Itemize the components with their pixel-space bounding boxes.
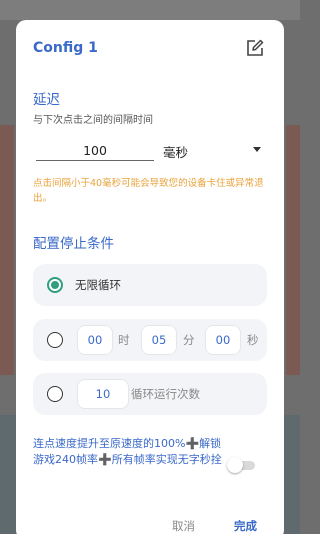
speed-boost-toggle[interactable] bbox=[227, 457, 257, 473]
delay-unit-label: 毫秒 bbox=[163, 145, 189, 160]
loop-count-label: 循环运行次数 bbox=[131, 387, 200, 401]
radio-timer[interactable] bbox=[47, 332, 63, 348]
dialog-title: Config 1 bbox=[33, 40, 98, 56]
dialog-header: Config 1 bbox=[16, 20, 284, 78]
delay-input[interactable] bbox=[36, 141, 154, 161]
infinite-loop-label: 无限循环 bbox=[75, 278, 121, 292]
delay-unit-select[interactable]: 毫秒 bbox=[163, 140, 267, 162]
loop-count-input[interactable]: 10 bbox=[77, 379, 129, 409]
delay-warning: 点击间隔小于40毫秒可能会导致您的设备卡住或异常退出。 bbox=[33, 178, 264, 204]
done-button[interactable]: 完成 bbox=[234, 518, 257, 534]
option-loop-count[interactable]: 10 循环运行次数 bbox=[33, 373, 267, 415]
config-dialog: Config 1 延迟 与下次点击之间的间隔时间 毫秒 点击间隔小于40毫秒可能… bbox=[16, 20, 284, 534]
radio-loop-count[interactable] bbox=[47, 386, 63, 402]
timer-hours-input[interactable]: 00 bbox=[77, 325, 113, 355]
background-app-top bbox=[0, 0, 300, 20]
timer-minutes-input[interactable]: 05 bbox=[141, 325, 177, 355]
delay-hint: 与下次点击之间的间隔时间 bbox=[33, 115, 153, 126]
toggle-knob bbox=[227, 457, 243, 473]
speed-boost-promo: 连点速度提升至原速度的100%➕解锁游戏240帧率➕所有帧率实现无字秒拴 bbox=[33, 437, 222, 466]
background-app-left bbox=[0, 125, 14, 375]
edit-icon[interactable] bbox=[246, 39, 264, 57]
timer-seconds-input[interactable]: 00 bbox=[205, 325, 241, 355]
option-infinite-loop[interactable]: 无限循环 bbox=[33, 264, 267, 306]
cancel-button[interactable]: 取消 bbox=[172, 518, 195, 534]
timer-hours-unit: 时 bbox=[118, 333, 130, 347]
timer-seconds-unit: 秒 bbox=[247, 333, 259, 347]
timer-minutes-unit: 分 bbox=[183, 333, 195, 347]
radio-infinite-loop[interactable] bbox=[47, 277, 63, 293]
chevron-down-icon bbox=[253, 147, 261, 152]
stop-conditions-title: 配置停止条件 bbox=[33, 236, 114, 252]
delay-section-title: 延迟 bbox=[33, 92, 60, 108]
background-app-right bbox=[286, 125, 300, 375]
option-timer[interactable]: 00 时 05 分 00 秒 bbox=[33, 319, 267, 361]
